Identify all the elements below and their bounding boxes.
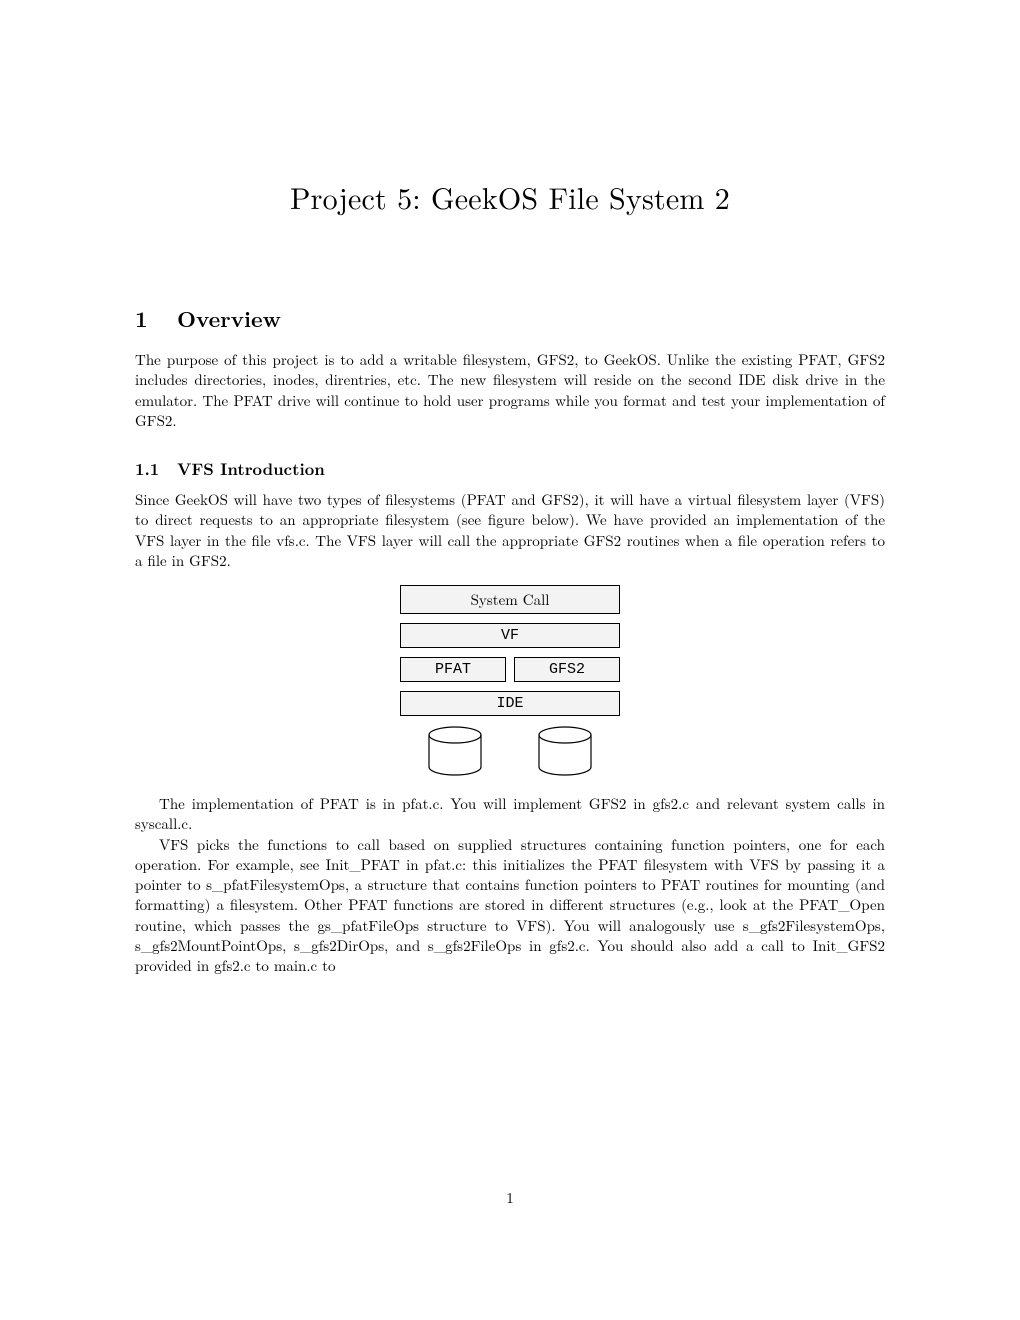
diagram-box-pfat: PFAT bbox=[400, 657, 506, 682]
body-paragraph: VFS picks the functions to call based on… bbox=[135, 835, 885, 977]
diagram-box-ide: IDE bbox=[400, 691, 620, 716]
subsection-heading-1-1: 1.1VFS Introduction bbox=[135, 456, 885, 480]
diagram-box-gfs2: GFS2 bbox=[514, 657, 620, 682]
diagram-cylinder-row bbox=[400, 725, 620, 780]
body-paragraph: The implementation of PFAT is in pfat.c.… bbox=[135, 794, 885, 835]
diagram-fs-row: PFAT GFS2 bbox=[400, 657, 620, 682]
subsection-title: VFS Introduction bbox=[177, 456, 325, 480]
section-number: 1 bbox=[135, 303, 177, 334]
section-title: Overview bbox=[177, 303, 281, 334]
disk-icon bbox=[536, 725, 594, 780]
diagram-box-vf: VF bbox=[400, 623, 620, 648]
body-paragraph: The purpose of this project is to add a … bbox=[135, 350, 885, 431]
page-number: 1 bbox=[0, 1187, 1020, 1208]
document-page: Project 5: GeekOS File System 2 1Overvie… bbox=[0, 0, 1020, 976]
body-paragraph: Since GeekOS will have two types of file… bbox=[135, 490, 885, 571]
document-title: Project 5: GeekOS File System 2 bbox=[135, 175, 885, 218]
diagram-box-syscall: System Call bbox=[400, 585, 620, 614]
section-heading-1: 1Overview bbox=[135, 303, 885, 334]
subsection-number: 1.1 bbox=[135, 456, 177, 480]
disk-icon bbox=[426, 725, 484, 780]
vfs-diagram: System Call VF PFAT GFS2 IDE bbox=[400, 585, 620, 780]
